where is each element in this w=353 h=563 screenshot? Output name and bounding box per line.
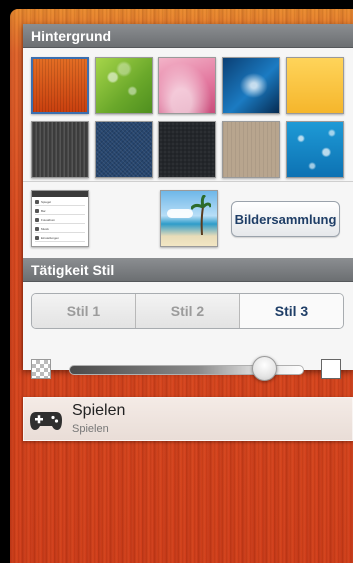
thumb-beach-photo[interactable]	[160, 190, 218, 247]
thumb-denim[interactable]	[95, 121, 153, 178]
thumb-wood-orange[interactable]	[31, 57, 89, 114]
activity-item-spielen[interactable]: Spielen Spielen	[23, 397, 353, 441]
thumb-screenshot-row: Einstellungen	[35, 235, 85, 242]
thumb-water-drops[interactable]	[286, 121, 344, 178]
gamepad-icon	[30, 412, 62, 430]
thumb-screenshot-row: Musik	[35, 226, 85, 233]
activity-item-subtitle: Spielen	[72, 423, 109, 435]
thumb-screenshot-row: Bar	[35, 208, 85, 215]
thumb-screenshot-row: Fotoalbum	[35, 217, 85, 224]
thumb-dark-stripes[interactable]	[31, 121, 89, 178]
style-2-segment[interactable]: Stil 2	[136, 294, 240, 328]
thumb-screenshot[interactable]: Spiegel Bar Fotoalbum Musik Einstellunge…	[31, 190, 89, 247]
divider	[23, 181, 353, 182]
thumb-black-leather[interactable]	[158, 121, 216, 178]
device-frame: Hintergrund Spiegel Bar Fotoalbum Musik …	[0, 0, 353, 563]
opacity-slider-thumb[interactable]	[251, 356, 277, 381]
thumb-yellow[interactable]	[286, 57, 344, 114]
activity-item-title: Spielen	[72, 402, 126, 419]
thumb-screenshot-bar	[32, 191, 88, 197]
style-3-segment[interactable]: Stil 3	[240, 294, 343, 328]
opaque-swatch-icon	[321, 359, 341, 379]
transparent-swatch-icon	[31, 359, 51, 379]
thumb-pink-abstract[interactable]	[158, 57, 216, 114]
thumb-blue-swirl[interactable]	[222, 57, 280, 114]
style-segmented-control: Stil 1 Stil 2 Stil 3	[31, 293, 344, 329]
thumb-beige-wood[interactable]	[222, 121, 280, 178]
style-1-segment[interactable]: Stil 1	[32, 294, 136, 328]
palm-tree-icon	[191, 195, 211, 235]
activity-style-section: Tätigkeit Stil Stil 1 Stil 2 Stil 3	[23, 258, 353, 381]
settings-panel: Hintergrund Spiegel Bar Fotoalbum Musik …	[23, 24, 353, 381]
cloud-shape	[167, 209, 193, 218]
thumb-screenshot-row: Spiegel	[35, 199, 85, 206]
image-collection-button[interactable]: Bildersammlung	[231, 201, 340, 237]
thumb-green-bokeh[interactable]	[95, 57, 153, 114]
background-section-header: Hintergrund	[23, 24, 353, 48]
activity-style-header: Tätigkeit Stil	[23, 258, 353, 282]
